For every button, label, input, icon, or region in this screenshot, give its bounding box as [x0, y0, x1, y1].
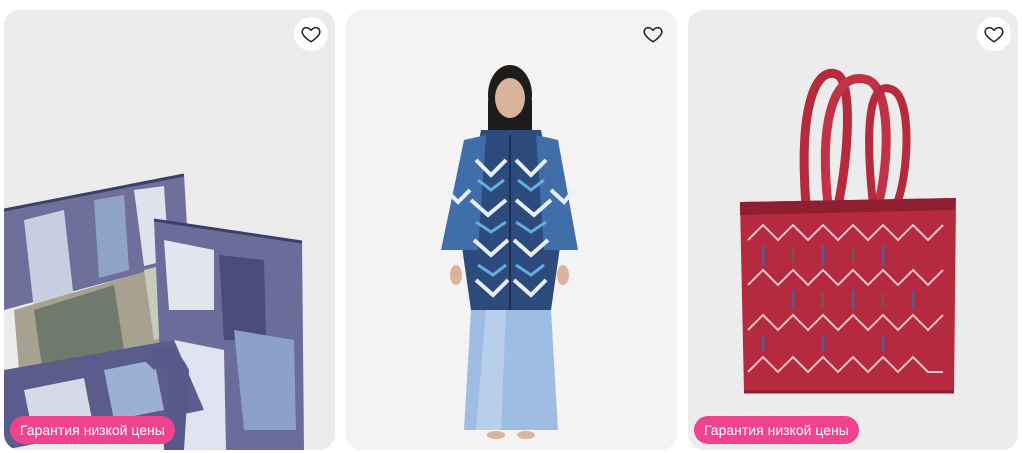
low-price-guarantee-badge: Гарантия низкой цены: [10, 416, 175, 444]
low-price-guarantee-badge: Гарантия низкой цены: [694, 416, 859, 444]
product-card[interactable]: Гарантия низкой цены: [688, 10, 1018, 450]
favorite-button[interactable]: [977, 17, 1011, 51]
product-grid: Гарантия низкой цены Гарантия низкой цен…: [0, 0, 1022, 453]
product-image[interactable]: [4, 10, 335, 450]
heart-outline-icon: [301, 26, 321, 43]
heart-outline-icon: [643, 26, 663, 43]
product-card[interactable]: [346, 10, 677, 450]
product-card[interactable]: Гарантия низкой цены: [4, 10, 335, 450]
favorite-button[interactable]: [294, 17, 328, 51]
product-image[interactable]: [346, 10, 677, 450]
favorite-button[interactable]: [636, 17, 670, 51]
heart-outline-icon: [984, 26, 1004, 43]
product-image[interactable]: [688, 10, 1018, 450]
